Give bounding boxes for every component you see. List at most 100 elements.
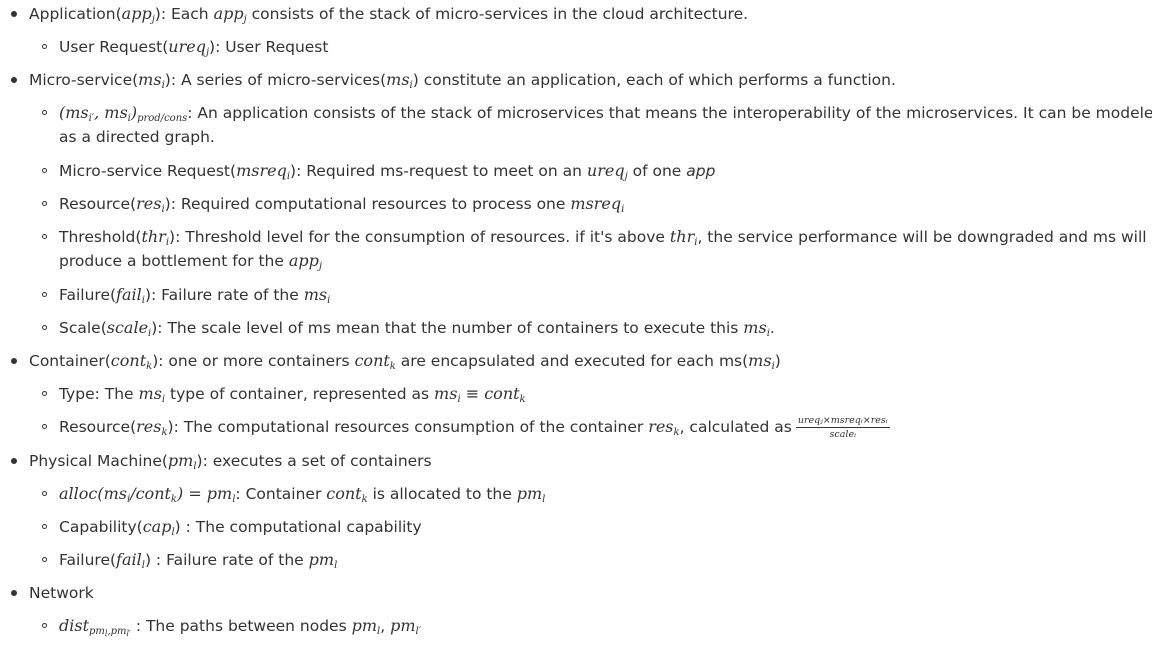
list-item-prod-cons-cont: as a directed graph. [59, 125, 215, 149]
sub-bullet [42, 292, 47, 297]
math-text: ≡ cont [460, 384, 520, 403]
item-text: ): Each [154, 5, 214, 23]
list-item-failure: Failure(faili): Failure rate of the msi [59, 283, 330, 313]
math-sub: l [542, 494, 546, 505]
item-text: produce a bottlement for the [59, 252, 289, 270]
math-app-2: appj [214, 4, 247, 25]
math-sub: pml,pml′ [89, 626, 131, 638]
item-text: ) : The computational capability [174, 518, 422, 536]
list-item-container-resource: Resource( resk): The computational resour… [59, 415, 890, 445]
math-text: ms [138, 70, 162, 89]
sub-bullet [42, 325, 47, 330]
list-item-resource: Resource(resi): Required computational r… [59, 192, 624, 222]
math-cap: capl [142, 517, 175, 538]
list-item-network: Network [29, 581, 94, 605]
math-text: pm [516, 484, 543, 503]
item-text: ) constitute an application, each of whi… [412, 71, 896, 89]
math-cont: contk [111, 351, 152, 372]
item-label: Threshold( [59, 228, 142, 246]
math-sub: j [318, 261, 322, 272]
item-text: : The paths between nodes [130, 617, 352, 635]
list-item-pm-failure: Failure(faill) : Failure rate of the pml [59, 548, 337, 578]
math-pm: pml [516, 484, 546, 505]
math-app: appj [289, 251, 322, 272]
math-text: ) = pm [176, 484, 233, 503]
math-sub: l′ [415, 626, 421, 637]
list-item-user-request: User Request(ureqj): User Request [59, 35, 328, 65]
math-fail: faill [116, 550, 145, 571]
item-label: Micro-service Request( [59, 162, 237, 180]
math-text: (ms [59, 103, 89, 122]
math-ms: msi [743, 318, 770, 339]
list-item-prod-cons: (msi′, msi)prod/cons: An application con… [59, 101, 1152, 131]
math-text: cont [354, 351, 390, 370]
sub-bullet [42, 557, 47, 562]
math-text: pm [89, 626, 105, 637]
list-item-alloc: alloc(msi/contk) = pml: Container contk … [59, 482, 545, 512]
item-text: as a directed graph. [59, 128, 215, 146]
math-text: thr [141, 227, 166, 246]
math-text: pm [351, 616, 378, 635]
math-text: thr [669, 227, 695, 246]
math-text: pm [167, 451, 194, 470]
item-text: ): The computational resources consumpti… [167, 418, 649, 436]
item-text: . [769, 319, 775, 337]
math-text: pm [390, 616, 416, 635]
sub-bullet [42, 491, 47, 496]
math-text: cont [326, 484, 362, 503]
item-label: Network [29, 584, 94, 602]
item-label: Resource( [59, 418, 137, 436]
sub-bullet [42, 110, 47, 115]
math-sub: l [334, 560, 338, 571]
math-prod-cons: (msi′, msi)prod/cons [59, 103, 187, 124]
list-item-dist: distpml,pml′ : The paths between nodes p… [59, 614, 421, 646]
item-label: Type: The [59, 385, 139, 403]
math-msreq: msreqi [236, 161, 290, 182]
item-label: Failure( [59, 551, 117, 569]
fraction-denominator: scaleᵢ [829, 429, 856, 440]
list-item-type: Type: The msi type of container, represe… [59, 382, 526, 412]
math-ms: msi [138, 70, 165, 91]
math-pm: pml [308, 550, 338, 571]
item-text: ): User Request [209, 38, 329, 56]
resource-fraction: ureqⱼ×msreqᵢ×resᵢ scaleᵢ [795, 415, 890, 440]
math-res: resi [136, 194, 165, 215]
item-label: Micro-service( [29, 71, 139, 89]
math-text: res [136, 194, 162, 213]
math-text: pm [308, 550, 335, 569]
math-dist: distpml,pml′ [59, 616, 131, 638]
math-ms: msi [748, 351, 775, 372]
bullet [11, 458, 17, 464]
item-label: Capability( [59, 518, 143, 536]
math-text: ms [138, 384, 162, 403]
math-text: cap [142, 517, 172, 536]
item-label: Failure( [59, 286, 117, 304]
math-text: ,pm [107, 626, 127, 637]
item-text: ) : Failure rate of the [144, 551, 309, 569]
math-text: ms [434, 384, 458, 403]
math-msreq: msreqi [570, 194, 624, 215]
item-text: type of container, represented as [165, 385, 435, 403]
list-item-scale: Scale(scalei): The scale level of ms mea… [59, 316, 775, 346]
math-pm-2: pml′ [390, 616, 421, 637]
math-ureq: ureqj [587, 161, 628, 182]
math-text: fail [116, 285, 142, 304]
fraction-numerator: ureqⱼ×msreqᵢ×resᵢ [795, 415, 890, 428]
math-text: ms [743, 318, 767, 337]
math-ms: msi [138, 384, 166, 405]
math-text: ureq [168, 37, 206, 56]
item-text: , the service performance will be downgr… [697, 228, 1147, 246]
list-item-application: Application(appj): Each appj consists of… [29, 2, 748, 32]
math-cont-2: contk [354, 351, 395, 372]
math-text: dist [59, 616, 89, 635]
sub-bullet [42, 168, 47, 173]
math-text: , ms [94, 103, 128, 122]
bullet [11, 77, 17, 83]
item-label: User Request( [59, 38, 169, 56]
math-text: msreq [570, 194, 622, 213]
math-res-2: resk [648, 417, 679, 438]
math-text: ms [303, 285, 328, 304]
bullet [11, 11, 17, 17]
math-sub: k [519, 394, 526, 405]
math-app: appj [122, 4, 155, 25]
